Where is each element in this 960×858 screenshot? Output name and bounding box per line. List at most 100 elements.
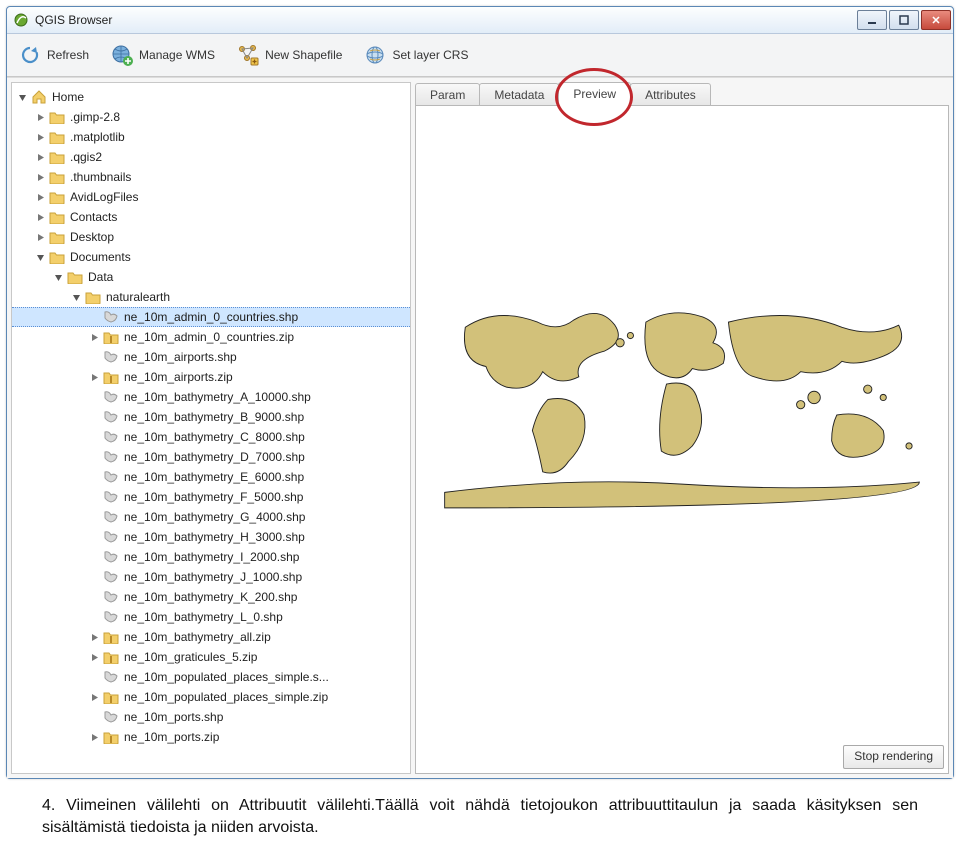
tree-scrollbar[interactable]: Home .gimp-2.8.matplotlib .qgis2 .thumbnail… xyxy=(12,83,410,773)
preview-panel: Stop rendering xyxy=(415,105,949,774)
tree-item[interactable]: ne_10m_bathymetry_K_200.shp xyxy=(12,587,410,607)
minimize-button[interactable] xyxy=(857,10,887,30)
tree-item[interactable]: ne_10m_bathymetry_B_9000.shp xyxy=(12,407,410,427)
tree-item[interactable]: ne_10m_airports.shp xyxy=(12,347,410,367)
expand-toggle-icon[interactable] xyxy=(70,291,82,303)
expand-toggle-icon[interactable] xyxy=(34,251,46,263)
world-map-preview xyxy=(424,286,940,534)
expand-toggle-icon xyxy=(88,431,100,443)
tree-item-label: ne_10m_admin_0_countries.shp xyxy=(124,310,298,324)
tree-item[interactable]: Data xyxy=(12,267,410,287)
folder-icon xyxy=(48,249,66,265)
refresh-button[interactable]: Refresh xyxy=(15,42,93,68)
app-window: QGIS Browser ✕ Refresh Manage WMS New Sh… xyxy=(6,6,954,779)
expand-toggle-icon[interactable] xyxy=(34,111,46,123)
expand-toggle-icon[interactable] xyxy=(88,731,100,743)
tree-item-home[interactable]: Home xyxy=(12,87,410,107)
new-shapefile-button[interactable]: New Shapefile xyxy=(233,42,346,68)
shapefile-icon xyxy=(102,569,120,585)
titlebar: QGIS Browser ✕ xyxy=(7,7,953,34)
expand-toggle-icon[interactable] xyxy=(34,191,46,203)
tree-item[interactable]: .matplotlib xyxy=(12,127,410,147)
close-button[interactable]: ✕ xyxy=(921,10,951,30)
tree-item-label: ne_10m_bathymetry_E_6000.shp xyxy=(124,470,304,484)
tree-item[interactable]: ne_10m_bathymetry_all.zip xyxy=(12,627,410,647)
set-layer-crs-button[interactable]: Set layer CRS xyxy=(360,42,472,68)
shapefile-icon xyxy=(102,449,120,465)
shapefile-icon xyxy=(102,549,120,565)
manage-wms-label: Manage WMS xyxy=(139,48,215,62)
expand-toggle-icon[interactable] xyxy=(16,91,28,103)
tree-item-label: Contacts xyxy=(70,210,117,224)
refresh-label: Refresh xyxy=(47,48,89,62)
maximize-button[interactable] xyxy=(889,10,919,30)
tree-item[interactable]: ne_10m_bathymetry_D_7000.shp xyxy=(12,447,410,467)
tree-item[interactable]: ne_10m_bathymetry_E_6000.shp xyxy=(12,467,410,487)
tree-item[interactable]: ne_10m_populated_places_simple.s... xyxy=(12,667,410,687)
browser-tree-pane: Home .gimp-2.8.matplotlib .qgis2 .thumbnail… xyxy=(11,82,411,774)
tree-item-label: ne_10m_bathymetry_L_0.shp xyxy=(124,610,283,624)
expand-toggle-icon xyxy=(88,571,100,583)
tree-item[interactable]: ne_10m_bathymetry_I_2000.shp xyxy=(12,547,410,567)
tree-item[interactable]: ne_10m_bathymetry_A_10000.shp xyxy=(12,387,410,407)
folder-icon xyxy=(66,269,84,285)
expand-toggle-icon xyxy=(88,591,100,603)
tree-item[interactable]: ne_10m_bathymetry_J_1000.shp xyxy=(12,567,410,587)
expand-toggle-icon[interactable] xyxy=(88,371,100,383)
tree-item[interactable]: ne_10m_bathymetry_G_4000.shp xyxy=(12,507,410,527)
expand-toggle-icon[interactable] xyxy=(88,631,100,643)
tree-item-label: Documents xyxy=(70,250,131,264)
expand-toggle-icon[interactable] xyxy=(34,231,46,243)
tree-item-label: ne_10m_airports.shp xyxy=(124,350,237,364)
expand-toggle-icon xyxy=(88,471,100,483)
expand-toggle-icon[interactable] xyxy=(52,271,64,283)
tree-item[interactable]: Desktop xyxy=(12,227,410,247)
expand-toggle-icon[interactable] xyxy=(88,691,100,703)
tree-item[interactable]: ne_10m_bathymetry_F_5000.shp xyxy=(12,487,410,507)
tree-item[interactable]: naturalearth xyxy=(12,287,410,307)
tree-item-label: naturalearth xyxy=(106,290,170,304)
tree-item-label: ne_10m_airports.zip xyxy=(124,370,233,384)
stop-rendering-button[interactable]: Stop rendering xyxy=(843,745,944,769)
tree-item-label: ne_10m_bathymetry_C_8000.shp xyxy=(124,430,305,444)
expand-toggle-icon[interactable] xyxy=(34,211,46,223)
tree-item-label: ne_10m_graticules_5.zip xyxy=(124,650,257,664)
tree-item[interactable]: ne_10m_airports.zip xyxy=(12,367,410,387)
tree-item[interactable]: ne_10m_bathymetry_H_3000.shp xyxy=(12,527,410,547)
tree-item-label: ne_10m_bathymetry_K_200.shp xyxy=(124,590,297,604)
tree-item[interactable]: ne_10m_admin_0_countries.zip xyxy=(12,327,410,347)
folder-icon xyxy=(84,289,102,305)
tree-item[interactable]: Documents xyxy=(12,247,410,267)
tree-item[interactable]: .thumbnails xyxy=(12,167,410,187)
tree-item[interactable]: .gimp-2.8 xyxy=(12,107,410,127)
tab-metadata[interactable]: Metadata xyxy=(479,83,559,106)
expand-toggle-icon[interactable] xyxy=(34,131,46,143)
expand-toggle-icon[interactable] xyxy=(88,331,100,343)
zip-folder-icon xyxy=(102,689,120,705)
expand-toggle-icon xyxy=(88,391,100,403)
tree-item[interactable]: ne_10m_populated_places_simple.zip xyxy=(12,687,410,707)
expand-toggle-icon[interactable] xyxy=(34,171,46,183)
expand-toggle-icon[interactable] xyxy=(34,151,46,163)
tree-item[interactable]: ne_10m_ports.shp xyxy=(12,707,410,727)
tree-item[interactable]: ne_10m_bathymetry_L_0.shp xyxy=(12,607,410,627)
expand-toggle-icon xyxy=(88,551,100,563)
tab-param[interactable]: Param xyxy=(415,83,480,106)
tree-item[interactable]: ne_10m_graticules_5.zip xyxy=(12,647,410,667)
shapefile-icon xyxy=(102,529,120,545)
tree-item[interactable]: ne_10m_ports.zip xyxy=(12,727,410,747)
tree-item-label: .qgis2 xyxy=(70,150,102,164)
tree-item[interactable]: ne_10m_bathymetry_C_8000.shp xyxy=(12,427,410,447)
expand-toggle-icon[interactable] xyxy=(88,651,100,663)
shapefile-icon xyxy=(102,489,120,505)
refresh-icon xyxy=(19,44,41,66)
tab-preview[interactable]: Preview xyxy=(558,82,631,106)
manage-wms-button[interactable]: Manage WMS xyxy=(107,42,219,68)
tree-item[interactable]: AvidLogFiles xyxy=(12,187,410,207)
tab-attributes[interactable]: Attributes xyxy=(630,83,711,106)
folder-icon xyxy=(48,109,66,125)
tree-item[interactable]: ne_10m_admin_0_countries.shp xyxy=(12,307,410,327)
tree-item[interactable]: Contacts xyxy=(12,207,410,227)
tree-item-label: Home xyxy=(52,90,84,104)
tree-item[interactable]: .qgis2 xyxy=(12,147,410,167)
